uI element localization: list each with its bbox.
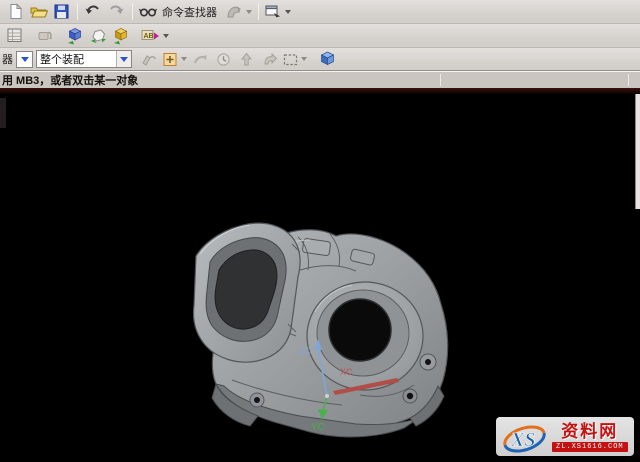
up-arrow-button[interactable] [235,49,257,69]
new-file-icon [7,3,24,20]
shaded-view-button[interactable] [316,49,338,69]
watermark-brand: 资料网 [561,422,618,441]
prompt-text: 用 MB3，或者双击某一对象 [0,72,138,88]
watermark-xs-logo: XS [500,420,550,454]
toolbar-standard: 命令查找器 [0,0,640,24]
toolbar-selection: 器 整个装配 [0,48,640,71]
shaded-cube-icon [318,50,337,68]
window-icon [264,3,283,20]
assembly-constraints-button[interactable] [110,26,132,46]
open-folder-icon [29,3,48,20]
reuse-library-icon [36,27,55,44]
command-finder-button[interactable] [137,2,159,22]
dropdown-caret-icon [120,57,128,62]
dropdown-caret-icon [163,34,169,38]
snap-point-button[interactable] [138,49,160,69]
model-viewfinder-tube [194,223,301,362]
clock-icon [215,51,232,68]
hook-arrow-icon [261,51,278,68]
plus-box-icon [162,51,179,68]
right-edge-strip [635,94,640,209]
watermark-monogram: XS [510,429,535,451]
selection-scope-value: 整个装配 [37,51,116,67]
glasses-icon [139,3,158,20]
redo-button[interactable] [105,2,127,22]
toolbar-separator [77,3,78,20]
svg-text:AB: AB [144,33,154,40]
graphics-viewport[interactable]: ZC XC YC XS 资料网 ZL.XS1616.COM [0,94,640,462]
hook-arrow-button[interactable] [258,49,280,69]
curved-arrow-icon [192,51,209,68]
save-button[interactable] [50,2,72,22]
cad-model-canvas: ZC XC YC [0,94,640,462]
wcs-x-label: XC [340,367,353,377]
touch-mode-icon [224,3,244,20]
prompt-status-bar: 用 MB3，或者双击某一对象 [0,71,640,88]
type-filter-dropdown-button[interactable] [16,51,33,68]
application-chrome: 命令查找器 AB [0,0,640,94]
dropdown-caret-icon [21,57,29,62]
add-component-button[interactable] [64,26,86,46]
marquee-rect-icon [282,51,299,68]
new-file-button[interactable] [4,2,26,22]
reuse-library-button[interactable] [34,26,56,46]
toolbar-assemblies: AB [0,24,640,48]
add-component-cube-icon [66,27,85,45]
selection-scope-dropdown-button[interactable] [116,51,131,67]
wave-linker-icon: AB [141,27,161,44]
open-file-button[interactable] [27,2,49,22]
touch-mode-button[interactable] [223,2,253,22]
statusbar-separator [628,74,629,86]
statusbar-separator [440,74,441,86]
undo-button[interactable] [82,2,104,22]
wcs-y-label: YC [311,422,325,433]
select-all-clock-button[interactable] [212,49,234,69]
watermark-site: ZL.XS1616.COM [552,442,628,452]
rectangle-marquee-button[interactable] [281,49,308,69]
save-floppy-icon [53,3,70,20]
selection-scope-combo[interactable]: 整个装配 [36,50,132,68]
command-finder-label: 命令查找器 [162,4,217,20]
up-arrow-icon [239,51,254,68]
assembly-navigator-icon [6,27,24,44]
dropdown-caret-icon [246,10,252,14]
constraints-cube-icon [112,27,131,45]
wcs-z-label: ZC [299,346,311,356]
selection-plus-box-button[interactable] [161,49,188,69]
toolbar-separator [132,3,133,20]
redo-icon [107,3,125,20]
deselect-arrow-button[interactable] [189,49,211,69]
undo-icon [84,3,102,20]
move-component-button[interactable] [87,26,109,46]
toolbar-separator [258,3,259,20]
dropdown-caret-icon [181,57,187,61]
snap-point-icon [140,51,158,68]
wave-geometry-linker-button[interactable]: AB [140,26,170,46]
assembly-navigator-button[interactable] [4,26,26,46]
dropdown-caret-icon [285,10,291,14]
watermark-badge: XS 资料网 ZL.XS1616.COM [496,417,634,456]
move-component-icon [89,27,108,45]
window-switch-button[interactable] [263,2,292,22]
type-filter-label: 器 [2,51,13,67]
dropdown-caret-icon [301,57,307,61]
